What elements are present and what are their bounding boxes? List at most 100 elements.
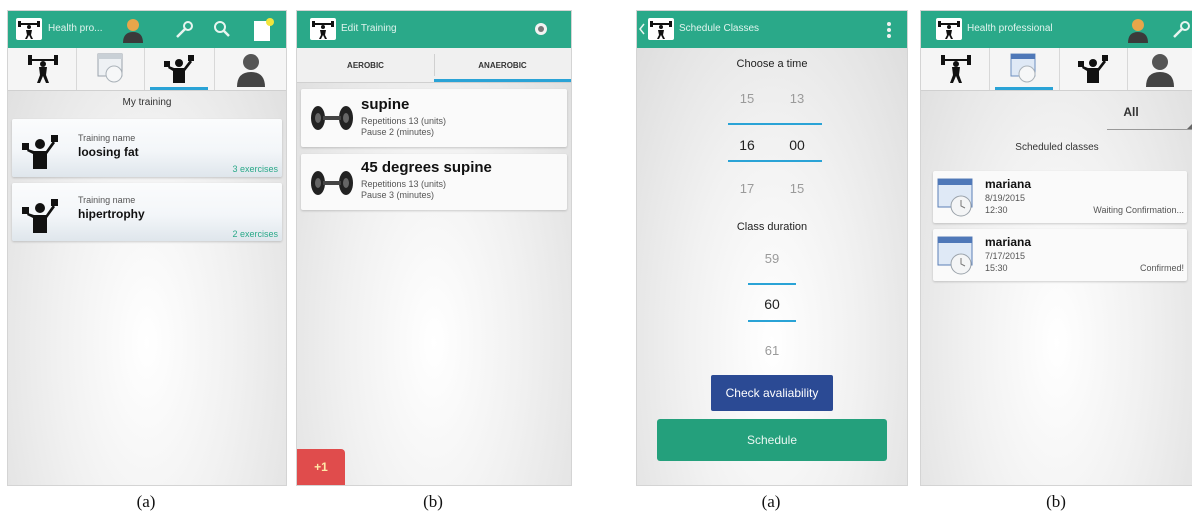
screen-schedule-classes: Schedule Classes Choose a time 15 13 16 … xyxy=(636,10,908,486)
trainer-icon xyxy=(1078,55,1108,83)
hour-option[interactable]: 15 xyxy=(727,91,767,106)
type-tabs: AEROBIC ANAEROBIC xyxy=(297,48,571,83)
class-item[interactable]: mariana 8/19/2015 12:30 Waiting Confirma… xyxy=(933,171,1187,223)
picker-divider xyxy=(748,320,796,322)
record-icon[interactable] xyxy=(534,22,548,36)
minute-option[interactable]: 13 xyxy=(777,91,817,106)
tab-training[interactable] xyxy=(1059,48,1128,90)
tab-exercises[interactable] xyxy=(921,48,990,90)
screen-title: Edit Training xyxy=(341,23,397,34)
weightlifter-icon xyxy=(941,55,971,83)
screen-my-training: Health pro... My training Training name … xyxy=(7,10,287,486)
dumbbell-icon xyxy=(311,171,353,195)
active-tab-indicator xyxy=(434,79,571,82)
dropdown-arrow-icon xyxy=(1187,124,1192,129)
action-bar: Health professional xyxy=(921,11,1192,48)
active-tab-indicator xyxy=(150,87,208,90)
exercise-pause: Pause 3 (minutes) xyxy=(361,190,435,200)
screen-scheduled-classes: Health professional All Scheduled classe… xyxy=(920,10,1192,486)
user-profile-icon[interactable] xyxy=(121,17,145,43)
selected-hour[interactable]: 16 xyxy=(727,137,767,153)
filter-dropdown[interactable]: All xyxy=(1107,101,1192,130)
tab-anaerobic[interactable]: ANAEROBIC xyxy=(434,61,571,70)
duration-picker[interactable]: 59 60 61 xyxy=(637,241,907,371)
exercise-count: 3 exercises xyxy=(232,164,278,174)
add-exercise-button[interactable]: +1 xyxy=(297,449,345,485)
class-name: mariana xyxy=(985,235,1032,249)
calendar-icon xyxy=(1010,53,1036,83)
filter-value: All xyxy=(1123,105,1139,119)
tab-exercises[interactable] xyxy=(8,48,77,90)
selected-duration[interactable]: 60 xyxy=(752,296,792,312)
user-profile-icon[interactable] xyxy=(1126,17,1150,43)
tab-schedule[interactable] xyxy=(76,48,145,90)
wrench-icon[interactable] xyxy=(1171,20,1191,40)
exercise-name: supine xyxy=(361,96,410,113)
figure-caption: (b) xyxy=(423,492,443,511)
app-logo-icon[interactable] xyxy=(310,18,336,40)
exercise-pause: Pause 2 (minutes) xyxy=(361,127,435,137)
action-bar: Edit Training xyxy=(297,11,571,48)
section-title: Scheduled classes xyxy=(1015,142,1099,153)
training-label: Training name xyxy=(78,133,136,143)
trainer-icon xyxy=(22,135,58,169)
training-label: Training name xyxy=(78,195,136,205)
app-logo-icon[interactable] xyxy=(936,18,962,40)
app-logo-icon[interactable] xyxy=(16,18,42,40)
hour-option[interactable]: 17 xyxy=(727,181,767,196)
overflow-menu-icon[interactable] xyxy=(886,21,892,39)
choose-time-label: Choose a time xyxy=(736,58,808,70)
class-date: 7/17/2015 xyxy=(985,251,1026,261)
picker-divider xyxy=(728,160,822,162)
picker-divider xyxy=(728,123,822,125)
active-tab-indicator xyxy=(995,87,1053,90)
note-icon[interactable] xyxy=(252,18,274,42)
calendar-clock-icon xyxy=(937,236,973,275)
picker-divider xyxy=(748,283,796,285)
screen-edit-training: Edit Training AEROBIC ANAEROBIC supine R… xyxy=(296,10,572,486)
figure-caption: (b) xyxy=(1046,492,1066,511)
selected-minute[interactable]: 00 xyxy=(777,137,817,153)
main-tabs xyxy=(921,48,1192,91)
person-icon xyxy=(237,54,265,87)
trainer-icon xyxy=(164,55,194,83)
action-bar: Health pro... xyxy=(8,11,286,48)
duration-option[interactable]: 61 xyxy=(752,343,792,358)
dumbbell-icon xyxy=(311,106,353,130)
exercise-card[interactable]: 45 degrees supine Repetitions 13 (units)… xyxy=(301,154,567,210)
training-name: loosing fat xyxy=(78,145,139,159)
minute-option[interactable]: 15 xyxy=(777,181,817,196)
duration-option[interactable]: 59 xyxy=(752,251,792,266)
class-time: 12:30 xyxy=(985,205,1008,215)
schedule-button[interactable]: Schedule xyxy=(657,419,887,461)
exercise-count: 2 exercises xyxy=(232,229,278,239)
screen-title: Schedule Classes xyxy=(679,23,760,34)
class-item[interactable]: mariana 7/17/2015 15:30 Confirmed! xyxy=(933,229,1187,281)
exercise-card[interactable]: supine Repetitions 13 (units) Pause 2 (m… xyxy=(301,89,567,147)
training-card[interactable]: Training name loosing fat 3 exercises xyxy=(12,119,282,177)
figure-caption: (a) xyxy=(136,492,156,511)
app-logo-icon[interactable] xyxy=(648,18,674,40)
calendar-clock-icon xyxy=(937,178,973,217)
trainer-icon xyxy=(22,199,58,233)
exercise-repetitions: Repetitions 13 (units) xyxy=(361,116,447,126)
search-icon[interactable] xyxy=(212,19,232,39)
tab-profile[interactable] xyxy=(1127,48,1192,90)
class-name: mariana xyxy=(985,177,1032,191)
wrench-icon[interactable] xyxy=(174,20,194,40)
tab-profile[interactable] xyxy=(214,48,286,90)
tab-aerobic[interactable]: AEROBIC xyxy=(297,61,434,70)
main-tabs xyxy=(8,48,286,91)
class-status: Confirmed! xyxy=(1139,263,1184,273)
back-arrow-icon[interactable] xyxy=(638,23,646,35)
time-picker[interactable]: 15 13 16 00 17 15 xyxy=(637,71,907,221)
tab-training[interactable] xyxy=(144,48,215,90)
check-availability-button[interactable]: Check avaliability xyxy=(711,375,833,411)
training-card[interactable]: Training name hipertrophy 2 exercises xyxy=(12,183,282,241)
training-name: hipertrophy xyxy=(78,207,145,221)
tab-schedule[interactable] xyxy=(989,48,1060,90)
app-title: Health pro... xyxy=(48,23,103,34)
class-time: 15:30 xyxy=(985,263,1008,273)
class-status: Waiting Confirmation... xyxy=(1093,205,1184,215)
page-title: My training xyxy=(122,97,172,108)
